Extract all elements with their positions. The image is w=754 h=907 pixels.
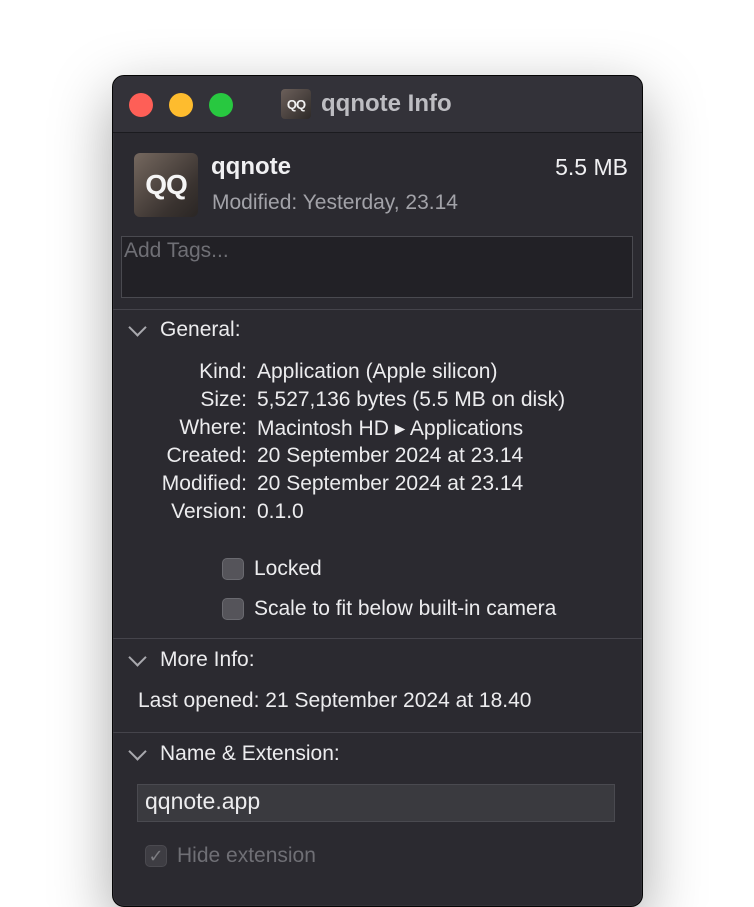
info-label: Size: [200,388,247,411]
app-name: qqnote [211,153,291,180]
section-general-title: General: [160,318,241,341]
scale-camera-label: Scale to fit below built-in camera [254,597,557,620]
info-value: Application (Apple silicon) [257,360,498,383]
modified-summary: Modified: Yesterday, 23.14 [212,191,458,215]
locked-option[interactable]: Locked [222,557,322,581]
divider [113,309,642,310]
info-value: 0.1.0 [257,500,304,523]
app-icon[interactable]: QQ [134,153,198,217]
hide-extension-option[interactable]: ✓ Hide extension [145,844,316,868]
window-title: qqnote Info [321,90,452,117]
info-label: Created: [166,444,247,467]
info-value: 20 September 2024 at 23.14 [257,444,524,467]
last-opened-label: Last opened: [138,689,260,712]
scale-camera-checkbox[interactable] [222,598,244,620]
scale-camera-option[interactable]: Scale to fit below built-in camera [222,597,556,621]
info-value: 20 September 2024 at 23.14 [257,472,524,495]
title-bar[interactable]: QQ qqnote Info [113,76,642,133]
get-info-window: QQ qqnote Info QQ qqnote 5.5 MB Modified… [112,75,643,907]
section-name-extension-header[interactable]: Name & Extension: [128,741,340,766]
section-more-info-title: More Info: [160,648,255,671]
info-row-version: Version: 0.1.0 [113,500,642,528]
info-row-where: Where: Macintosh HD ▸ Applications [113,416,642,444]
hide-extension-label: Hide extension [177,844,316,867]
minimize-button[interactable] [169,93,193,117]
chevron-down-icon [128,317,147,337]
locked-label: Locked [254,557,322,580]
section-more-info-header[interactable]: More Info: [128,647,255,672]
close-button[interactable] [129,93,153,117]
last-opened: Last opened: 21 September 2024 at 18.40 [138,689,531,713]
modified-summary-value: Yesterday, 23.14 [302,191,458,214]
info-row-size: Size: 5,527,136 bytes (5.5 MB on disk) [113,388,642,416]
filename-field[interactable]: qqnote.app [137,784,615,822]
window-title-group: QQ qqnote Info [281,88,452,120]
file-header: QQ qqnote 5.5 MB Modified: Yesterday, 23… [134,153,628,219]
section-general-header[interactable]: General: [128,317,241,342]
info-row-created: Created: 20 September 2024 at 23.14 [113,444,642,472]
app-size: 5.5 MB [555,154,628,180]
info-label: Where: [179,416,247,439]
chevron-down-icon [128,741,147,761]
info-row-modified: Modified: 20 September 2024 at 23.14 [113,472,642,500]
tags-field[interactable]: Add Tags... [121,236,633,298]
app-icon-small: QQ [281,89,311,119]
tags-placeholder: Add Tags... [124,239,229,262]
info-label: Kind: [199,360,247,383]
chevron-down-icon [128,647,147,667]
filename-value: qqnote.app [145,788,261,814]
divider [113,732,642,733]
zoom-button[interactable] [209,93,233,117]
info-label: Modified: [161,472,247,495]
locked-checkbox[interactable] [222,558,244,580]
app-icon-small-text: QQ [286,96,306,112]
divider [113,638,642,639]
last-opened-value: 21 September 2024 at 18.40 [265,689,532,712]
section-name-extension-title: Name & Extension: [160,742,340,765]
modified-summary-label: Modified: [212,191,298,214]
checkmark-icon: ✓ [148,845,164,866]
hide-extension-checkbox[interactable]: ✓ [145,845,167,867]
info-row-kind: Kind: Application (Apple silicon) [113,360,642,388]
info-label: Version: [171,500,247,523]
info-value: 5,527,136 bytes (5.5 MB on disk) [257,388,566,411]
info-value: Macintosh HD ▸ Applications [257,417,524,440]
app-icon-text: QQ [145,169,188,200]
